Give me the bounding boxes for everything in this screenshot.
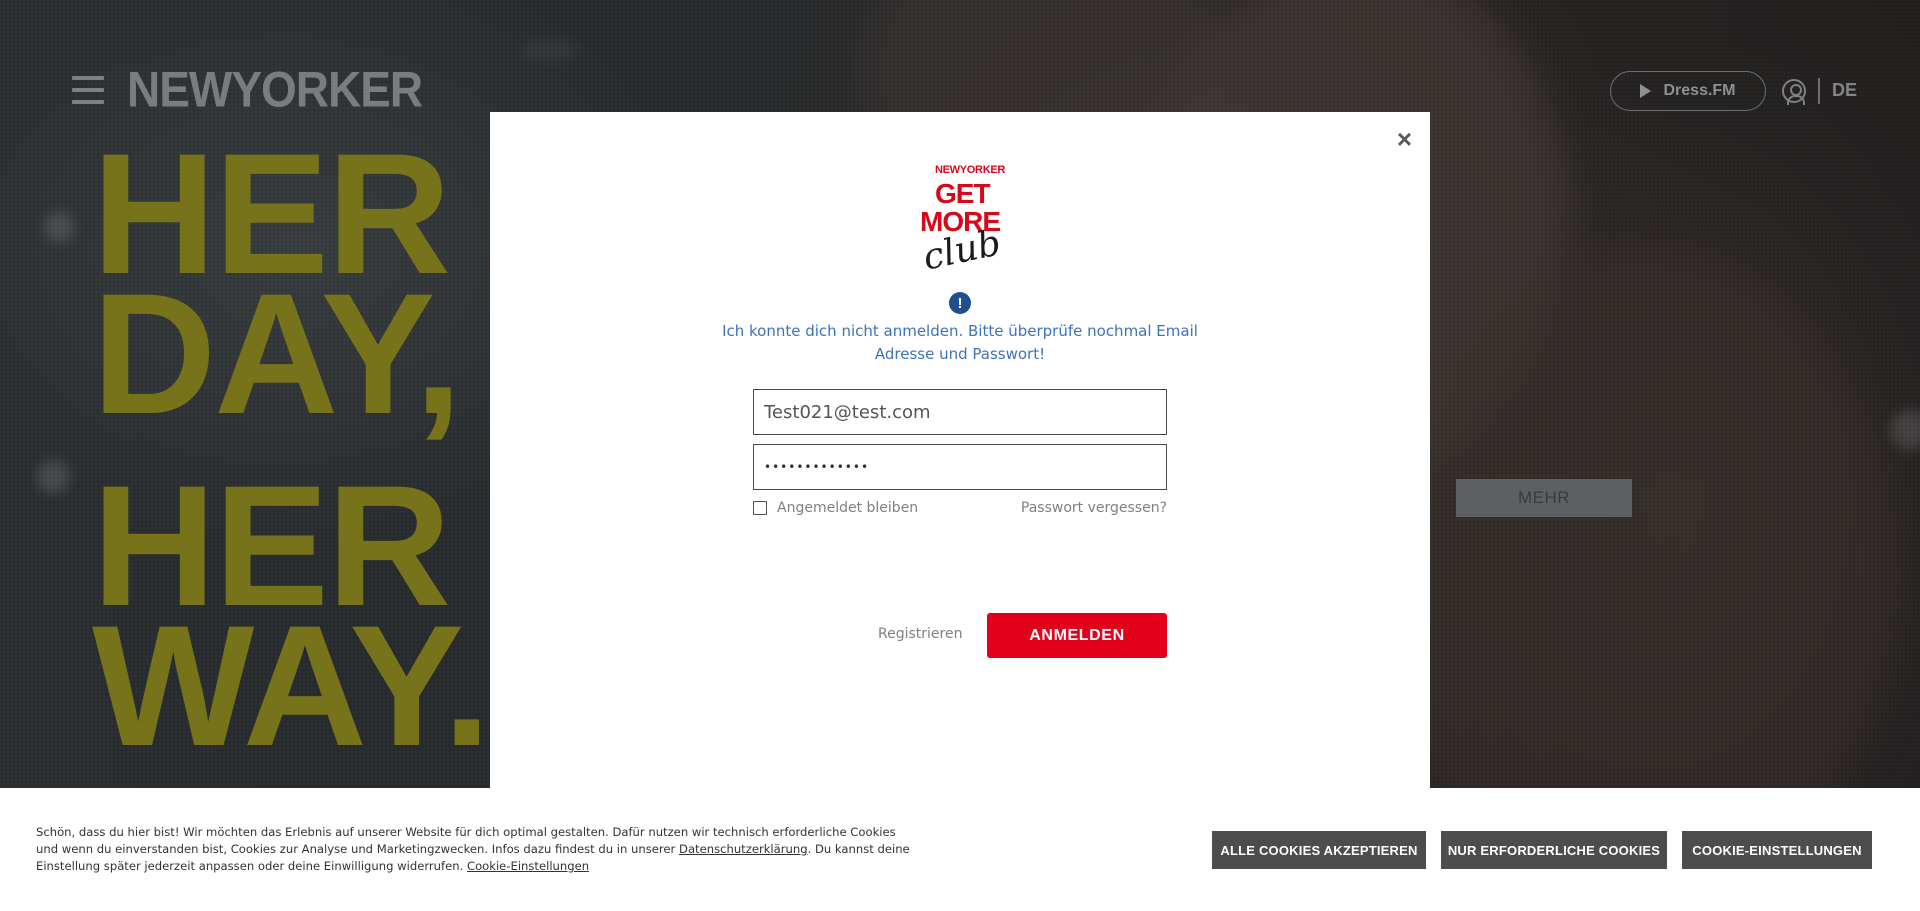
dressfm-label: Dress.FM — [1663, 82, 1736, 99]
password-field[interactable]: ••••••••••••• — [753, 444, 1167, 490]
cookie-text: Schön, dass du hier bist! Wir möchten da… — [36, 824, 916, 875]
info-icon: ! — [949, 292, 971, 314]
remember-me[interactable]: Angemeldet bleiben — [753, 500, 918, 516]
error-message: Ich konnte dich nicht anmelden. Bitte üb… — [722, 322, 1198, 363]
login-button[interactable]: ANMELDEN — [987, 613, 1167, 658]
remember-label: Angemeldet bleiben — [777, 500, 919, 516]
cookie-settings-link[interactable]: Cookie-Einstellungen — [467, 859, 589, 873]
password-value: ••••••••••••• — [764, 460, 870, 474]
forgot-password-link[interactable]: Passwort vergessen? — [1021, 500, 1167, 516]
hamburger-menu-icon[interactable] — [72, 76, 104, 104]
login-modal: × NEWYORKER GET MORE club ! Ich konnte d… — [490, 112, 1430, 788]
newyorker-logo[interactable]: NEWYORKER — [127, 60, 423, 118]
headline-line-2: DAY, — [92, 258, 462, 450]
remember-checkbox[interactable] — [753, 501, 767, 515]
club-logo-get: GET — [935, 178, 991, 209]
accept-all-cookies-button[interactable]: ALLE COOKIES AKZEPTIEREN — [1212, 831, 1426, 869]
more-button[interactable]: MEHR — [1456, 479, 1632, 517]
cookie-settings-button[interactable]: COOKIE-EINSTELLUNGEN — [1682, 831, 1872, 869]
cookie-banner: Schön, dass du hier bist! Wir möchten da… — [0, 788, 1920, 911]
email-value: Test021@test.com — [764, 401, 931, 423]
necessary-cookies-button[interactable]: NUR ERFORDERLICHE COOKIES — [1441, 831, 1667, 869]
language-selector[interactable]: DE — [1832, 80, 1857, 101]
close-icon[interactable]: × — [1397, 126, 1412, 152]
dressfm-button[interactable]: Dress.FM — [1610, 71, 1766, 111]
play-icon — [1640, 84, 1652, 98]
divider — [1818, 78, 1820, 104]
club-logo-brand: NEWYORKER — [935, 164, 1006, 176]
privacy-policy-link[interactable]: Datenschutzerklärung — [679, 842, 808, 856]
user-icon[interactable] — [1782, 79, 1806, 105]
register-link[interactable]: Registrieren — [878, 626, 962, 642]
headline-line-4: WAY. — [92, 590, 491, 782]
email-field[interactable]: Test021@test.com — [753, 389, 1167, 435]
